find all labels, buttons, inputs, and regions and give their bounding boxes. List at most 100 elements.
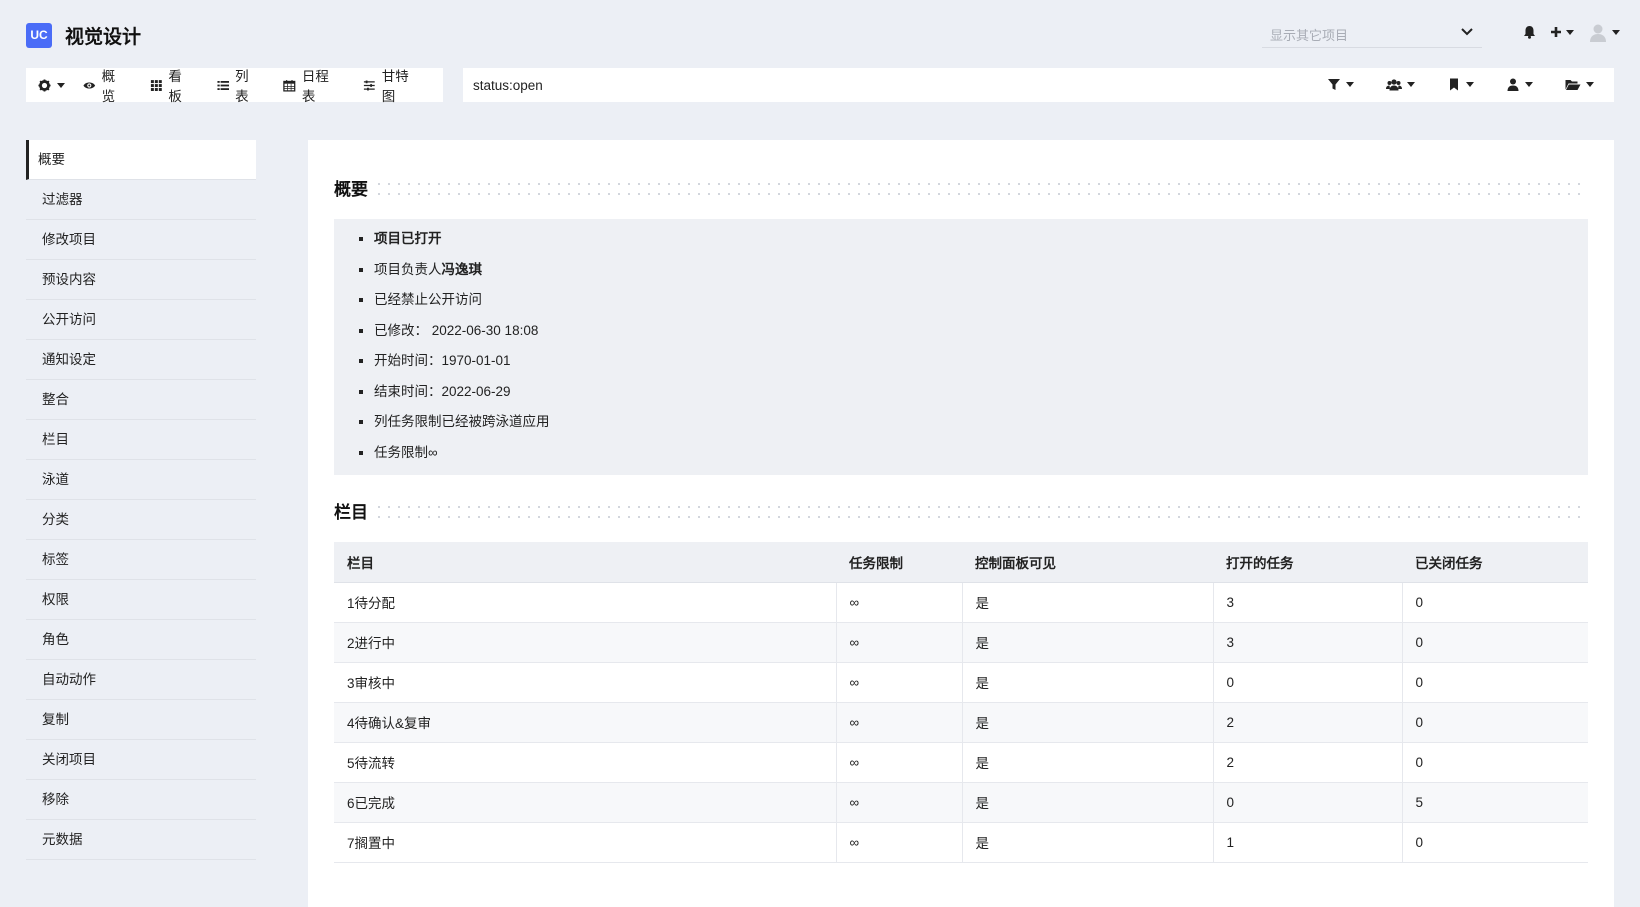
nav-calendar[interactable]: 日程表 — [283, 65, 341, 105]
list-item: 已修改： 2022-06-30 18:08 — [374, 321, 1588, 352]
nav-board-label: 看板 — [168, 69, 182, 104]
columns-table: 栏目 任务限制 控制面板可见 打开的任务 已关闭任务 1待分配 ∞ 是 3 0 2进行中… — [334, 542, 1588, 863]
column-header: 打开的任务 — [1213, 542, 1402, 583]
table-cell: 1 — [1213, 822, 1403, 863]
sidebar-item-integrations[interactable]: 整合 — [26, 380, 256, 420]
table-cell: 是 — [962, 622, 1214, 663]
table-row: 1待分配 ∞ 是 3 0 — [334, 582, 1588, 623]
sidebar-item-categories[interactable]: 分类 — [26, 500, 256, 540]
table-cell: 2 — [1213, 702, 1403, 743]
table-cell: 3 — [1213, 582, 1403, 623]
users-filter-button[interactable] — [1386, 78, 1415, 91]
table-cell: 0 — [1213, 782, 1403, 823]
sidebar-item-close-project[interactable]: 关闭项目 — [26, 740, 256, 780]
sidebar-item-remove[interactable]: 移除 — [26, 780, 256, 820]
column-header: 任务限制 — [836, 542, 962, 583]
chevron-down-icon — [1461, 28, 1473, 36]
table-cell: 0 — [1402, 702, 1588, 743]
nav-gantt[interactable]: 甘特图 — [363, 65, 421, 105]
search-bar — [463, 68, 1614, 102]
table-cell: 0 — [1402, 822, 1588, 863]
filter-menu-button[interactable] — [1327, 78, 1354, 91]
nav-list-label: 列表 — [235, 69, 249, 104]
sidebar-item-tags[interactable]: 标签 — [26, 540, 256, 580]
project-select[interactable]: 显示其它项目 — [1262, 18, 1482, 48]
table-cell: 是 — [962, 822, 1214, 863]
nav-overview[interactable]: 概览 — [83, 65, 128, 105]
table-cell: ∞ — [836, 622, 963, 663]
calendar-icon — [283, 79, 296, 92]
list-item: 项目已打开 — [374, 229, 1588, 260]
folder-filter-button[interactable] — [1565, 78, 1594, 91]
caret-down-icon — [1566, 29, 1574, 35]
column-header: 控制面板可见 — [962, 542, 1213, 583]
table-cell: ∞ — [836, 822, 963, 863]
columns-section-header: 栏目 — [334, 500, 1588, 526]
notifications-button[interactable] — [1523, 25, 1536, 39]
sidebar-item-roles[interactable]: 角色 — [26, 620, 256, 660]
nav-board[interactable]: 看板 — [150, 65, 195, 105]
list-item: 开始时间：1970-01-01 — [374, 351, 1588, 382]
caret-down-icon — [1612, 29, 1620, 35]
caret-down-icon — [1407, 82, 1415, 87]
table-cell: 是 — [962, 662, 1214, 703]
main-panel: 概要 项目已打开 项目负责人冯逸琪 已经禁止公开访问 已修改： 2022-06-… — [308, 140, 1614, 907]
avatar — [1590, 24, 1606, 42]
nav-list[interactable]: 列表 — [216, 65, 262, 105]
header: UC 视觉设计 显示其它项目 — [0, 0, 1640, 64]
table-cell: ∞ — [836, 662, 963, 703]
bookmark-filter-button[interactable] — [1447, 78, 1474, 91]
project-status: 项目已打开 — [374, 231, 442, 246]
column-header: 已关闭任务 — [1402, 542, 1588, 583]
add-menu-button[interactable] — [1550, 26, 1574, 38]
caret-down-icon — [57, 82, 65, 88]
sidebar-item-public-access[interactable]: 公开访问 — [26, 300, 256, 340]
table-cell: 3审核中 — [334, 662, 837, 703]
settings-sidebar: 概要 过滤器 修改项目 预设内容 公开访问 通知设定 整合 栏目 泳道 分类 标… — [26, 140, 256, 860]
bookmark-icon — [1450, 78, 1458, 91]
list-item: 结束时间：2022-06-29 — [374, 382, 1588, 413]
sidebar-item-permissions[interactable]: 权限 — [26, 580, 256, 620]
list-item: 列任务限制已经被跨泳道应用 — [374, 412, 1588, 443]
table-header-row: 栏目 任务限制 控制面板可见 打开的任务 已关闭任务 — [334, 542, 1588, 583]
sidebar-item-swimlanes[interactable]: 泳道 — [26, 460, 256, 500]
sidebar-item-presets[interactable]: 预设内容 — [26, 260, 256, 300]
summary-section-header: 概要 — [334, 177, 1588, 203]
search-input[interactable] — [463, 68, 1283, 102]
nav-calendar-label: 日程表 — [301, 69, 329, 104]
project-select-placeholder: 显示其它项目 — [1270, 28, 1349, 43]
sidebar-item-automatic-actions[interactable]: 自动动作 — [26, 660, 256, 700]
table-cell: 4待确认&复审 — [334, 702, 837, 743]
settings-menu-button[interactable] — [38, 78, 65, 92]
page-title: 视觉设计 — [65, 27, 142, 48]
table-cell: 2进行中 — [334, 622, 837, 663]
table-cell: 1待分配 — [334, 582, 837, 623]
table-cell: 0 — [1402, 742, 1588, 783]
sidebar-item-metadata[interactable]: 元数据 — [26, 820, 256, 860]
sidebar-item-notifications[interactable]: 通知设定 — [26, 340, 256, 380]
sidebar-item-filters[interactable]: 过滤器 — [26, 180, 256, 220]
app-logo[interactable]: UC — [26, 23, 52, 48]
sidebar-item-edit-project[interactable]: 修改项目 — [26, 220, 256, 260]
sliders-icon — [364, 80, 375, 90]
caret-down-icon — [1466, 82, 1474, 87]
table-cell: 0 — [1402, 582, 1588, 623]
owner-prefix: 项目负责人 — [374, 261, 442, 277]
plus-icon — [1551, 27, 1561, 37]
user-filter-button[interactable] — [1506, 78, 1533, 91]
columns-section-title: 栏目 — [334, 503, 378, 522]
user-menu-button[interactable] — [1588, 22, 1620, 42]
user-icon — [1507, 78, 1519, 91]
bell-icon — [1524, 26, 1535, 39]
nav-overview-label: 概览 — [101, 69, 116, 104]
table-cell: 是 — [962, 782, 1214, 823]
sidebar-item-columns[interactable]: 栏目 — [26, 420, 256, 460]
table-cell: 0 — [1213, 662, 1403, 703]
caret-down-icon — [1586, 82, 1594, 87]
table-cell: 5待流转 — [334, 742, 837, 783]
table-cell: 2 — [1213, 742, 1403, 783]
table-cell: 3 — [1213, 622, 1403, 663]
sidebar-item-summary[interactable]: 概要 — [26, 140, 256, 180]
sidebar-item-duplicate[interactable]: 复制 — [26, 700, 256, 740]
table-cell: 是 — [962, 702, 1214, 743]
